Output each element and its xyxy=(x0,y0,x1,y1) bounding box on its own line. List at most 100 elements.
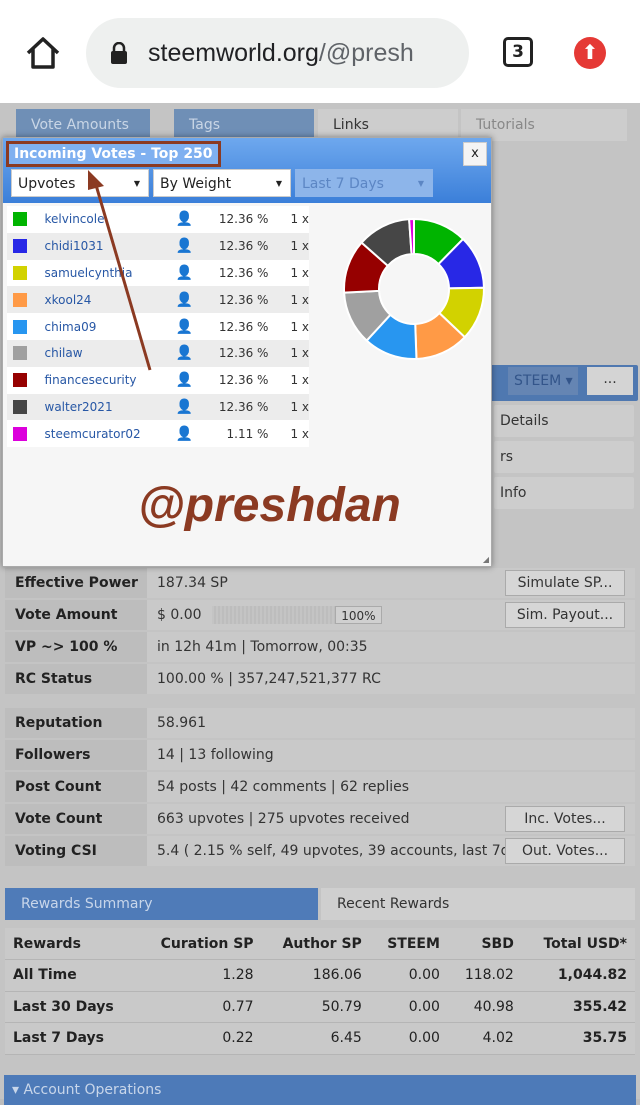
user-icon[interactable]: 👤 xyxy=(176,292,201,308)
stat-value: 14 | 13 following xyxy=(147,740,635,770)
watermark: @preshdan xyxy=(138,479,401,532)
vote-count: 1 x xyxy=(290,346,309,361)
stat-label: Post Count xyxy=(5,772,147,802)
sort-value: By Weight xyxy=(160,176,232,192)
voter-link[interactable]: financesecurity xyxy=(45,373,176,387)
rewards-cell: 0.00 xyxy=(369,959,448,992)
col-steem: STEEM xyxy=(369,928,448,960)
col-total: Total USD* xyxy=(521,928,635,960)
vote-percent: 12.36 % xyxy=(218,239,269,254)
stat-label: Vote Amount xyxy=(5,600,147,630)
col-curation: Curation SP xyxy=(137,928,262,960)
voter-link[interactable]: walter2021 xyxy=(45,400,176,414)
popup-header: Incoming Votes - Top 250 x Upvotes ▼ By W… xyxy=(3,138,491,203)
more-button[interactable]: ... xyxy=(587,367,633,395)
lock-icon xyxy=(111,42,127,64)
vote-percent: 1.11 % xyxy=(226,426,269,441)
vote-count: 1 x xyxy=(290,373,309,388)
stat-row: Vote Amount $ 0.00 100% Sim. Payout... xyxy=(5,600,635,630)
user-icon[interactable]: 👤 xyxy=(176,238,201,254)
vote-row: chidi1031 👤 12.36 % 1 x xyxy=(7,232,309,260)
vote-row: chima09 👤 12.36 % 1 x xyxy=(7,313,309,340)
col-author: Author SP xyxy=(261,928,370,960)
tab-switcher-button[interactable]: 3 xyxy=(503,37,533,67)
user-icon[interactable]: 👤 xyxy=(176,345,201,361)
rewards-cell: 1.28 xyxy=(137,959,262,992)
voter-link[interactable]: xkool24 xyxy=(45,293,176,307)
stat-action-button[interactable]: Sim. Payout... xyxy=(505,602,625,628)
rewards-row: All Time 1.28 186.06 0.00 118.02 1,044.82 xyxy=(5,959,635,992)
side-item-info[interactable]: Info xyxy=(494,477,634,509)
vote-percent: 12.36 % xyxy=(218,212,269,227)
period-select: Last 7 Days ▼ xyxy=(295,169,433,197)
votes-list: kelvincole 👤 12.36 % 1 x chidi1031 👤 12.36 % 1 … xyxy=(7,206,309,448)
stat-action-button[interactable]: Simulate SP... xyxy=(505,570,625,596)
voter-link[interactable]: kelvincole xyxy=(45,212,176,226)
sort-select[interactable]: By Weight ▼ xyxy=(153,169,291,197)
stat-value: 100.00 % | 357,247,521,377 RC xyxy=(147,664,635,694)
rewards-cell: All Time xyxy=(5,959,138,992)
user-icon[interactable]: 👤 xyxy=(176,211,201,227)
rewards-cell: 4.02 xyxy=(447,1022,522,1055)
side-item-details[interactable]: Details xyxy=(494,405,634,437)
stat-value-text: 58.961 xyxy=(157,715,206,731)
tab-recent-rewards[interactable]: Recent Rewards xyxy=(321,888,635,920)
stat-value-text: 187.34 SP xyxy=(157,575,228,591)
side-item-followers[interactable]: rs xyxy=(494,441,634,473)
col-sbd: SBD xyxy=(447,928,522,960)
stat-value-text: 54 posts | 42 comments | 62 replies xyxy=(157,779,409,795)
user-icon[interactable]: 👤 xyxy=(176,399,201,415)
caret-icon: ▼ xyxy=(417,179,424,188)
vote-count: 1 x xyxy=(290,212,309,227)
stat-label: Followers xyxy=(5,740,147,770)
rewards-cell: 0.22 xyxy=(137,1022,262,1055)
voter-link[interactable]: samuelcynthia xyxy=(45,266,176,280)
color-swatch xyxy=(13,319,27,334)
rewards-cell: 0.77 xyxy=(137,991,262,1023)
voter-link[interactable]: steemcurator02 xyxy=(45,427,176,441)
currency-select[interactable]: STEEM ▾ xyxy=(508,367,578,395)
stat-row: Post Count 54 posts | 42 comments | 62 re… xyxy=(5,772,635,802)
account-operations-toggle[interactable]: ▾ Account Operations xyxy=(4,1075,636,1105)
caret-icon: ▼ xyxy=(133,179,140,188)
user-icon[interactable]: 👤 xyxy=(176,265,201,281)
stat-row: Voting CSI 5.4 ( 2.15 % self, 49 upvotes,… xyxy=(5,836,635,866)
stat-label: RC Status xyxy=(5,664,147,694)
vote-percent: 12.36 % xyxy=(218,319,269,334)
address-bar[interactable]: steemworld.org/@presh xyxy=(86,18,469,88)
rewards-cell: 40.98 xyxy=(447,991,522,1023)
vote-row: steemcurator02 👤 1.11 % 1 x xyxy=(7,420,309,448)
votes-donut-chart xyxy=(343,217,486,360)
user-icon[interactable]: 👤 xyxy=(176,426,201,442)
home-icon[interactable] xyxy=(24,34,62,72)
voter-link[interactable]: chilaw xyxy=(45,346,176,360)
vote-count: 1 x xyxy=(290,292,309,307)
vote-count: 1 x xyxy=(290,319,309,334)
vote-row: kelvincole 👤 12.36 % 1 x xyxy=(7,206,309,233)
stat-row: Reputation 58.961 xyxy=(5,708,635,738)
voter-link[interactable]: chima09 xyxy=(45,320,176,334)
vote-percent: 12.36 % xyxy=(218,346,269,361)
close-button[interactable]: x xyxy=(463,142,487,166)
update-icon[interactable]: ⬆ xyxy=(574,37,606,69)
stat-value: 54 posts | 42 comments | 62 replies xyxy=(147,772,635,802)
user-icon[interactable]: 👤 xyxy=(176,372,201,388)
vote-row: chilaw 👤 12.36 % 1 x xyxy=(7,339,309,367)
stat-action-button[interactable]: Out. Votes... xyxy=(505,838,625,864)
vote-count: 1 x xyxy=(290,399,309,414)
rewards-cell: Last 7 Days xyxy=(5,1022,138,1055)
vote-count: 1 x xyxy=(290,426,309,441)
user-icon[interactable]: 👤 xyxy=(176,319,201,335)
vote-type-select[interactable]: Upvotes ▼ xyxy=(11,169,149,197)
color-swatch xyxy=(13,399,27,414)
voter-link[interactable]: chidi1031 xyxy=(45,239,176,253)
resize-handle[interactable]: ◢ xyxy=(483,555,489,564)
stat-row: VP ~> 100 % in 12h 41m | Tomorrow, 00:35 xyxy=(5,632,635,662)
rewards-cell: 186.06 xyxy=(261,959,370,992)
vote-weight-slider[interactable]: 100% xyxy=(211,606,382,624)
stat-action-button[interactable]: Inc. Votes... xyxy=(505,806,625,832)
vote-type-value: Upvotes xyxy=(18,176,76,192)
rewards-row: Last 7 Days 0.22 6.45 0.00 4.02 35.75 xyxy=(5,1022,635,1055)
vote-row: samuelcynthia 👤 12.36 % 1 x xyxy=(7,259,309,287)
tab-rewards-summary[interactable]: Rewards Summary xyxy=(5,888,318,920)
